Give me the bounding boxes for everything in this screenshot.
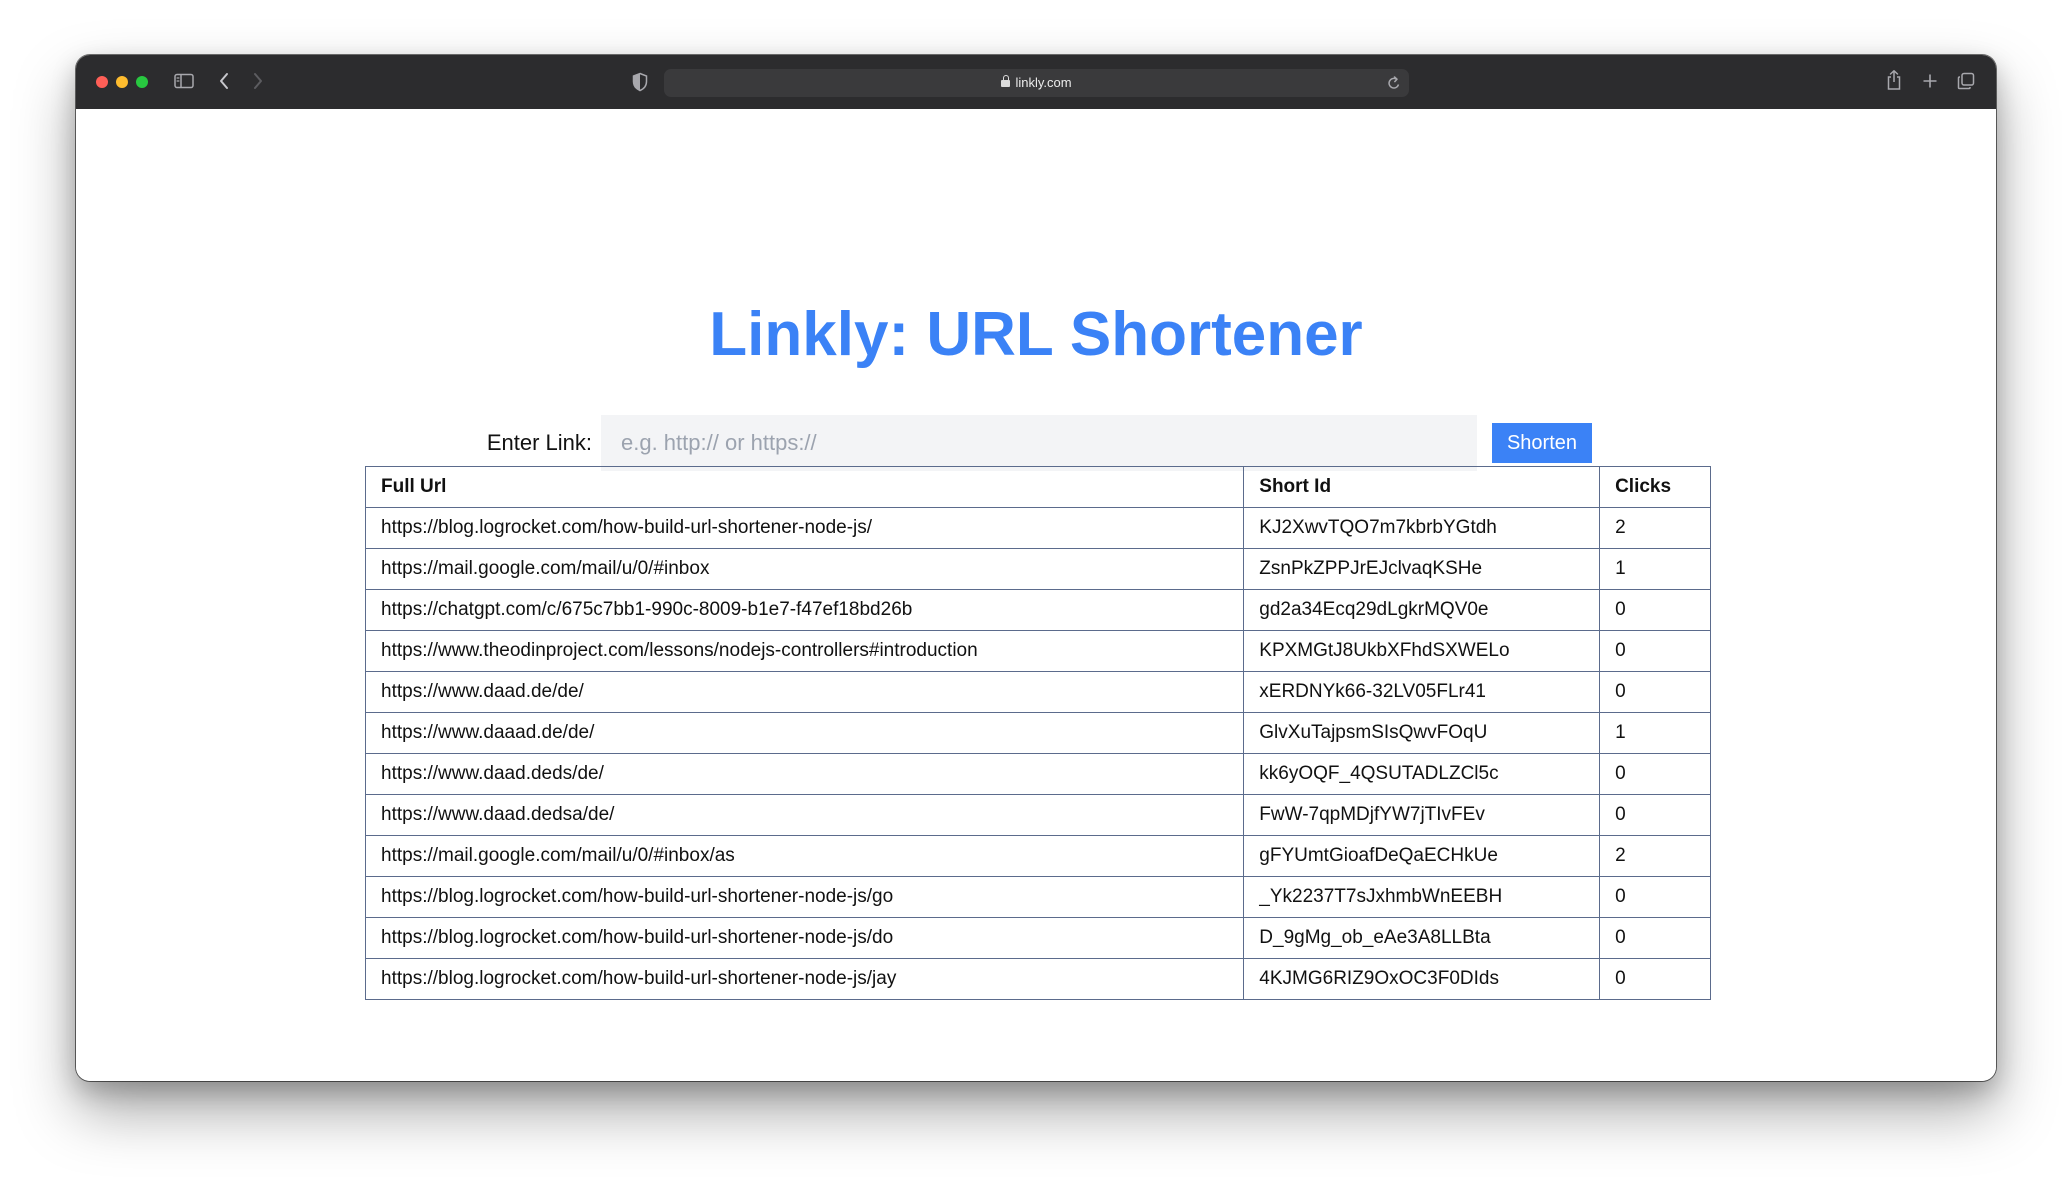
table-row: https://www.daad.de/de/ xERDNYk66-32LV05… [364, 671, 1711, 713]
column-header-full-url: Full Url [364, 466, 1245, 508]
shorten-button[interactable]: Shorten [1492, 423, 1592, 463]
full-url-cell: https://www.daad.dedsa/de/ [364, 794, 1245, 836]
forward-chevron-icon[interactable] [252, 72, 264, 94]
short-id-cell: 4KJMG6RIZ9OxOC3F0DIds [1243, 958, 1601, 1000]
clicks-cell: 0 [1599, 876, 1711, 918]
full-url-cell: https://blog.logrocket.com/how-build-url… [364, 917, 1245, 959]
full-url-cell: https://blog.logrocket.com/how-build-url… [364, 958, 1245, 1000]
clicks-cell: 0 [1599, 917, 1711, 959]
minimize-window-button[interactable] [116, 76, 128, 88]
short-id-cell: _Yk2237T7sJxhmbWnEEBH [1243, 876, 1601, 918]
full-url-cell: https://www.theodinproject.com/lessons/n… [364, 630, 1245, 672]
clicks-cell: 0 [1599, 671, 1711, 713]
back-chevron-icon[interactable] [218, 72, 230, 94]
short-id-cell: KPXMGtJ8UkbXFhdSXWELo [1243, 630, 1601, 672]
short-id-cell: gFYUmtGioafDeQaECHkUe [1243, 835, 1601, 877]
clicks-cell: 0 [1599, 753, 1711, 795]
column-header-clicks: Clicks [1599, 466, 1711, 508]
clicks-cell: 2 [1599, 507, 1711, 549]
table-row: https://mail.google.com/mail/u/0/#inbox/… [364, 835, 1711, 877]
address-bar-text: linkly.com [664, 69, 1409, 97]
clicks-cell: 0 [1599, 958, 1711, 1000]
full-url-cell: https://chatgpt.com/c/675c7bb1-990c-8009… [364, 589, 1245, 631]
full-url-cell: https://mail.google.com/mail/u/0/#inbox/… [364, 835, 1245, 877]
address-url: linkly.com [1015, 75, 1072, 90]
new-tab-plus-icon[interactable] [1922, 73, 1938, 93]
full-url-cell: https://www.daaad.de/de/ [364, 712, 1245, 754]
zoom-window-button[interactable] [136, 76, 148, 88]
page-title: Linkly: URL Shortener [709, 300, 1363, 369]
table-row: https://chatgpt.com/c/675c7bb1-990c-8009… [364, 589, 1711, 631]
clicks-cell: 0 [1599, 794, 1711, 836]
short-id-cell: ZsnPkZPPJrEJclvaqKSHe [1243, 548, 1601, 590]
clicks-cell: 1 [1599, 548, 1711, 590]
full-url-cell: https://blog.logrocket.com/how-build-url… [364, 876, 1245, 918]
short-id-cell: gd2a34Ecq29dLgkrMQV0e [1243, 589, 1601, 631]
table-row: https://mail.google.com/mail/u/0/#inbox … [364, 548, 1711, 590]
short-id-cell: GlvXuTajpsmSIsQwvFOqU [1243, 712, 1601, 754]
full-url-cell: https://blog.logrocket.com/how-build-url… [364, 507, 1245, 549]
close-window-button[interactable] [96, 76, 108, 88]
table-row: https://blog.logrocket.com/how-build-url… [364, 876, 1711, 918]
browser-window: linkly.com Linkly: URL Shortener Enter L… [76, 55, 1996, 1081]
clicks-cell: 0 [1599, 630, 1711, 672]
tab-overview-icon[interactable] [1957, 72, 1975, 94]
sidebar-toggle-icon[interactable] [174, 73, 194, 93]
table-row: https://www.daaad.de/de/ GlvXuTajpsmSIsQ… [364, 712, 1711, 754]
short-id-cell: D_9gMg_ob_eAe3A8LLBta [1243, 917, 1601, 959]
browser-toolbar: linkly.com [76, 55, 1996, 109]
share-icon[interactable] [1886, 69, 1902, 95]
page-content: Linkly: URL Shortener Enter Link: Shorte… [76, 109, 1996, 1081]
table-row: https://www.theodinproject.com/lessons/n… [364, 630, 1711, 672]
table-row: https://www.daad.dedsa/de/ FwW-7qpMDjfYW… [364, 794, 1711, 836]
links-table: Full Url Short Id Clicks https://blog.lo… [364, 466, 1711, 1000]
clicks-cell: 1 [1599, 712, 1711, 754]
privacy-shield-icon[interactable] [632, 72, 648, 96]
link-input[interactable] [601, 415, 1477, 471]
lock-icon [1001, 75, 1011, 87]
clicks-cell: 0 [1599, 589, 1711, 631]
table-header-row: Full Url Short Id Clicks [364, 466, 1711, 508]
table-row: https://blog.logrocket.com/how-build-url… [364, 958, 1711, 1000]
table-row: https://www.daad.deds/de/ kk6yOQF_4QSUTA… [364, 753, 1711, 795]
screenshot-stage: linkly.com Linkly: URL Shortener Enter L… [0, 0, 2072, 1177]
column-header-short-id: Short Id [1243, 466, 1601, 508]
clicks-cell: 2 [1599, 835, 1711, 877]
table-row: https://blog.logrocket.com/how-build-url… [364, 507, 1711, 549]
link-input-label: Enter Link: [486, 430, 592, 455]
table-row: https://blog.logrocket.com/how-build-url… [364, 917, 1711, 959]
short-id-cell: KJ2XwvTQO7m7kbrbYGtdh [1243, 507, 1601, 549]
address-bar[interactable]: linkly.com [664, 69, 1409, 97]
full-url-cell: https://www.daad.deds/de/ [364, 753, 1245, 795]
short-id-cell: xERDNYk66-32LV05FLr41 [1243, 671, 1601, 713]
shorten-form: Enter Link: Shorten [76, 415, 1996, 471]
short-id-cell: kk6yOQF_4QSUTADLZCl5c [1243, 753, 1601, 795]
full-url-cell: https://www.daad.de/de/ [364, 671, 1245, 713]
reload-icon[interactable] [1387, 75, 1401, 95]
full-url-cell: https://mail.google.com/mail/u/0/#inbox [364, 548, 1245, 590]
short-id-cell: FwW-7qpMDjfYW7jTIvFEv [1243, 794, 1601, 836]
